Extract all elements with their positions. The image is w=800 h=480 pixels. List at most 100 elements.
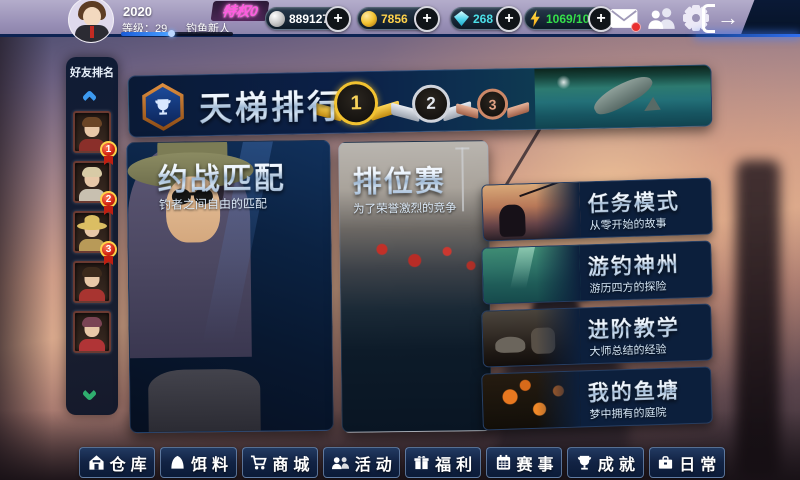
nav-bait-button[interactable]: 饵料 (160, 447, 236, 478)
chevron-down-icon (81, 386, 97, 402)
trophy-badge (139, 82, 188, 131)
my-fish-pond-title: 我的鱼塘 (587, 374, 680, 407)
diamond-icon (454, 11, 469, 26)
banner-title: 天梯排行 (199, 79, 344, 130)
nav-daily-label: 日常 (679, 451, 721, 475)
advanced-tutorial-photo (482, 309, 581, 367)
friend-avatar-5[interactable] (73, 311, 111, 353)
rod-silhouette (519, 180, 561, 197)
gold-medal: 1 (334, 81, 379, 126)
rank-badge: 2 (100, 191, 117, 208)
bottom-nav-bar: 仓库 饵料 商城 活动 (79, 447, 725, 478)
hat-angler-body (148, 369, 261, 432)
ladder-ranking-banner[interactable]: 天梯排行 1 2 3 (127, 64, 712, 137)
fish-tail (640, 97, 661, 118)
top-bar: 2020 等级：29 钓鱼新人 特权0 889127 + 7856 + 268 … (0, 0, 800, 37)
energy-currency-pill: 1069/102 + (524, 7, 613, 30)
fisherman-silhouette (499, 204, 526, 237)
add-gold-button[interactable]: + (414, 6, 440, 32)
friend-body (79, 339, 105, 351)
friends-icon (646, 7, 677, 30)
trophy-badge-inner (143, 87, 184, 128)
ranked-mode-card[interactable]: 排位赛 为了荣誉激烈的竞争 (338, 140, 492, 433)
nav-mall-button[interactable]: 商城 (242, 447, 318, 478)
friends-button[interactable] (646, 7, 677, 30)
scroll-down-button[interactable] (84, 388, 101, 405)
top-right-corner-panel (740, 0, 800, 37)
nav-daily-button[interactable]: 日常 (649, 447, 725, 478)
scroll-up-button[interactable] (84, 88, 101, 105)
friend-hair (82, 167, 102, 177)
silver-coin-icon (269, 11, 285, 27)
player-avatar[interactable] (68, 0, 114, 43)
level-progress-bar (121, 32, 233, 36)
friend-avatar-2[interactable]: 2 (73, 161, 111, 203)
advanced-tutorial-title: 进阶教学 (587, 311, 680, 344)
achievement-trophy-icon (576, 454, 593, 471)
friend-ranking-title: 好友排名 (70, 64, 114, 80)
nav-bait-label: 饵料 (191, 451, 233, 475)
match-mode-card[interactable]: 约战匹配 钓者之间自由的匹配 (126, 140, 334, 433)
bait-icon (169, 454, 186, 471)
match-mode-title: 约战匹配 (157, 153, 286, 199)
warehouse-icon (88, 454, 105, 471)
friend-avatar-4[interactable] (73, 261, 111, 303)
advanced-tutorial-card[interactable]: 进阶教学 大师总结的经验 (481, 303, 713, 367)
friend-avatar-1[interactable]: 1 (73, 111, 111, 153)
bronze-medal-rank: 3 (489, 96, 497, 112)
my-fish-pond-card[interactable]: 我的鱼塘 梦中拥有的庭院 (481, 366, 713, 430)
avatar-face (83, 7, 101, 26)
exit-button[interactable]: → (702, 4, 748, 33)
notification-dot (631, 22, 641, 32)
chevron-up-icon (81, 90, 97, 106)
travel-fishing-title: 游钓神州 (587, 248, 680, 281)
gold-amount: 7856 (381, 12, 408, 26)
task-mode-subtitle: 从零开始的故事 (589, 215, 666, 233)
friend-hair (82, 317, 102, 327)
nav-activity-label: 活动 (355, 451, 397, 475)
underwater-light-ray (507, 247, 535, 303)
nav-welfare-button[interactable]: 福利 (405, 447, 481, 478)
ranked-mode-subtitle: 为了荣誉激烈的竞争 (353, 199, 457, 216)
ranked-mode-title: 排位赛 (352, 158, 446, 201)
silver-medal-rank: 2 (426, 94, 436, 114)
silver-medal: 2 (412, 84, 451, 123)
nav-warehouse-button[interactable]: 仓库 (79, 447, 155, 478)
activity-people-icon (331, 455, 350, 471)
lamp-post-arm (455, 147, 469, 149)
nav-activity-button[interactable]: 活动 (323, 447, 399, 478)
travel-fishing-card[interactable]: 游钓神州 游历四方的探险 (481, 240, 713, 304)
level-progress-fill (121, 32, 170, 36)
exit-arrow-glyph: → (711, 4, 745, 31)
level-progress-knob (168, 30, 175, 37)
nav-achievement-button[interactable]: 成就 (567, 447, 643, 478)
privilege-badge[interactable]: 特权0 (211, 1, 270, 21)
gold-coin-icon (361, 11, 377, 27)
fish-silhouette (590, 70, 656, 119)
nav-tournament-label: 赛事 (517, 451, 559, 475)
nav-warehouse-label: 仓库 (110, 451, 152, 475)
add-silver-button[interactable]: + (325, 6, 351, 32)
gear-pot (495, 336, 525, 353)
match-mode-subtitle: 钓者之间自由的匹配 (159, 195, 267, 213)
friend-straw-hat (85, 215, 100, 224)
task-mode-card[interactable]: 任务模式 从零开始的故事 (481, 177, 713, 241)
gift-icon (413, 454, 430, 471)
water-splash (557, 75, 571, 89)
nav-tournament-button[interactable]: 赛事 (486, 447, 562, 478)
add-diamond-button[interactable]: + (496, 6, 522, 32)
nav-mall-label: 商城 (272, 451, 314, 475)
advanced-tutorial-subtitle: 大师总结的经验 (589, 341, 666, 359)
gear-reel (531, 327, 556, 354)
task-mode-photo (482, 183, 581, 241)
friend-body (79, 289, 105, 301)
rank-badge: 3 (100, 241, 117, 258)
avatar-tie (90, 26, 94, 38)
my-fish-pond-photo (482, 372, 581, 430)
bronze-medal: 3 (477, 88, 509, 120)
travel-fishing-subtitle: 游历四方的探险 (589, 278, 666, 296)
nav-welfare-label: 福利 (435, 451, 477, 475)
player-name: 2020 (123, 4, 152, 19)
mail-button[interactable] (610, 8, 638, 29)
friend-avatar-3[interactable]: 3 (73, 211, 111, 253)
